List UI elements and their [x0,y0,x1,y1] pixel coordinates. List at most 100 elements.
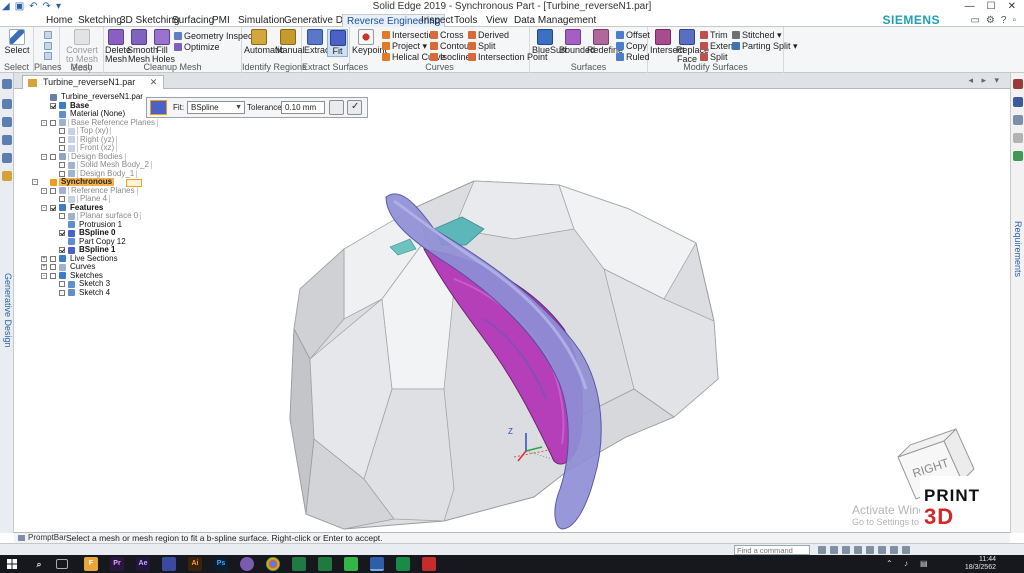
collapse-icon[interactable]: - [41,119,47,126]
visibility-checkbox[interactable] [50,264,56,270]
parting-split-button[interactable]: Parting Split ▾ [732,41,798,51]
accept-button[interactable]: ✓ [347,100,362,115]
tab-data-management[interactable]: Data Management [510,14,600,27]
find-command-input[interactable] [734,545,810,555]
isocline-button[interactable]: Isocline [430,52,471,62]
document-tab[interactable]: Turbine_reverseN1.par ✕ [22,75,165,89]
intersect-button[interactable]: Intersect [650,29,685,55]
collapse-icon[interactable]: - [41,204,47,211]
turbine-model[interactable] [14,89,1010,532]
document-icon[interactable] [1013,133,1023,143]
fit-button[interactable]: Fit [327,29,348,57]
facebook-icon[interactable] [1013,97,1023,107]
visibility-checkbox[interactable] [59,281,65,287]
ruled-button[interactable]: Ruled [616,52,650,62]
graphics-viewport[interactable]: RIGHT Z Turbine_reverseN1.par Base Materia… [14,89,1010,532]
requirements-icon[interactable] [1013,151,1023,161]
plane-button-2[interactable] [44,41,54,51]
smooth-mesh-button[interactable]: Smooth Mesh [127,29,158,64]
cross-button[interactable]: Cross [430,30,464,40]
tray-volume-icon[interactable]: ♪ [904,559,908,568]
visibility-checkbox[interactable] [59,196,65,202]
tree-item[interactable]: Sketch 4 [30,288,160,298]
path-finder-icon[interactable] [2,79,12,89]
visibility-checkbox[interactable] [50,272,56,279]
plane-button-3[interactable] [44,51,54,61]
tab-view[interactable]: View [482,14,512,27]
visibility-checkbox[interactable] [59,128,65,134]
visibility-checkbox[interactable] [50,204,56,211]
zoom-area-icon[interactable] [818,546,826,554]
derived-button[interactable]: Derived [468,30,509,40]
view-orientation-icon[interactable] [902,546,910,554]
fill-holes-button[interactable]: Fill Holes [152,29,175,64]
tray-network-icon[interactable]: ⌃ [886,559,893,568]
visibility-checkbox[interactable] [50,119,56,126]
teamcenter-icon[interactable] [2,171,12,181]
visibility-checkbox[interactable] [50,153,56,160]
windows-start-icon[interactable] [7,559,17,569]
keypoint-button[interactable]: Keypoint [352,29,387,55]
pan-icon[interactable] [854,546,862,554]
visibility-checkbox[interactable] [59,230,65,236]
tab-pmi[interactable]: PMI [208,14,234,27]
spreadsheet-icon[interactable] [396,557,410,571]
stitched-button[interactable]: Stitched ▾ [732,30,782,40]
collapse-icon[interactable]: - [41,153,47,160]
fit-options-icon[interactable] [150,100,167,115]
optimize-button[interactable]: Optimize [174,42,220,52]
split-curve-button[interactable]: Split [468,41,496,51]
sensors-icon[interactable] [2,153,12,163]
window-icon[interactable]: ▭ [970,14,979,27]
close-tab-icon[interactable]: ✕ [150,77,158,87]
plane-button-1[interactable] [44,30,54,40]
tree-item[interactable]: Turbine_reverseN1.par [30,92,160,102]
visibility-checkbox[interactable] [50,102,56,109]
restore-icon[interactable]: ▫ [1012,14,1016,27]
excel-icon[interactable] [318,557,332,571]
visibility-checkbox[interactable] [59,170,65,177]
display-style-icon[interactable] [890,546,898,554]
search-icon[interactable]: ⌕ [32,557,46,571]
pdf-icon[interactable] [422,557,436,571]
select-button[interactable]: Select [3,29,31,55]
photoshop-icon[interactable]: Ps [214,557,228,571]
sheets-icon[interactable] [292,557,306,571]
maximize-icon[interactable]: ☐ [987,0,996,14]
taskbar-clock[interactable]: 11:44 18/3/2562 [965,556,996,572]
visibility-checkbox[interactable] [50,187,56,194]
line-icon[interactable] [344,557,358,571]
manual-button[interactable]: Manual [275,29,305,55]
visibility-checkbox[interactable] [59,247,65,253]
app-sphere-icon[interactable] [240,557,254,571]
views-icon[interactable] [878,546,886,554]
task-view-icon[interactable] [56,559,68,569]
library-icon[interactable] [2,117,12,127]
close-icon[interactable]: ✕ [1008,0,1016,14]
premiere-icon[interactable]: Pr [110,557,124,571]
collapse-icon[interactable]: - [41,187,47,194]
bluesurf-button[interactable]: BlueSurf [532,29,567,55]
expand-icon[interactable]: + [41,255,47,262]
solid-edge-taskbar-icon[interactable] [370,557,384,571]
project-button[interactable]: Project ▾ [382,41,427,51]
fit-view-icon[interactable] [842,546,850,554]
help-icon[interactable]: ? [1001,14,1007,27]
tolerance-input[interactable] [281,101,325,114]
automatic-button[interactable]: Automatic [244,29,284,55]
visibility-checkbox[interactable] [59,213,65,219]
illustrator-icon[interactable]: Ai [188,557,202,571]
settings-icon[interactable]: ⚙ [986,14,995,27]
tray-language-icon[interactable]: ▤ [920,559,928,568]
minimize-icon[interactable]: — [965,0,975,14]
collapse-icon[interactable]: - [32,179,38,185]
fit-type-select[interactable]: BSpline ▼ [187,101,245,114]
trim-button[interactable]: Trim [700,30,728,40]
media-encoder-icon[interactable] [162,557,176,571]
promptbar-tab[interactable]: PromptBar [18,533,66,543]
visibility-checkbox[interactable] [50,255,56,262]
visibility-checkbox[interactable] [59,162,65,168]
redefine-button[interactable]: Redefine [587,29,623,55]
contour-button[interactable]: Contour [430,41,472,51]
expand-icon[interactable]: + [41,264,47,270]
